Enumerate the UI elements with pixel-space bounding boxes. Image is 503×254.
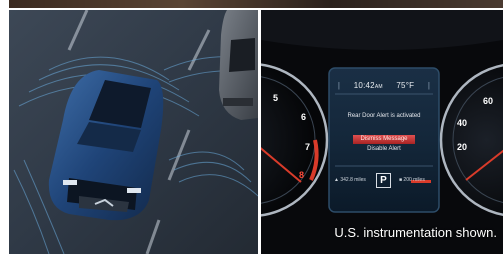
gear-indicator: P [376, 173, 391, 188]
instrumentation-caption: U.S. instrumentation shown. [334, 225, 497, 240]
speed-number-60: 60 [483, 96, 494, 106]
trip-left-value: 342.8 [340, 177, 353, 183]
center-display: | 10:42AM 75°F | Rear Door Alert is acti… [331, 71, 437, 209]
tach-number-6: 6 [301, 112, 307, 122]
trip-right-value: 200 [403, 177, 412, 183]
trip-right-unit: miles [413, 177, 425, 183]
tach-number-7: 7 [305, 142, 311, 152]
temperature-value: 75 [396, 80, 406, 90]
gray-car [219, 10, 258, 120]
trip-right: ■ 200 miles [399, 177, 425, 183]
car-illustration [9, 10, 258, 254]
outside-temperature: 75°F [396, 81, 414, 90]
dismiss-message-button[interactable]: Dismiss Message [353, 135, 415, 144]
image-frame: 5 6 7 8 60 40 20 | 10:42AM 75°F | Rear D… [0, 0, 503, 254]
trip-left-unit: miles [354, 177, 366, 183]
tach-number-8: 8 [299, 170, 305, 180]
display-bottom-info: ▲ 342.8 miles P ■ 200 miles [331, 173, 437, 188]
top-photo-strip [9, 0, 503, 8]
trip-left: ▲ 342.8 miles [334, 177, 366, 183]
clock: 10:42AM [354, 81, 383, 90]
clock-suffix: AM [374, 83, 383, 90]
car-sensor-photo [9, 10, 258, 254]
speed-number-20: 20 [457, 142, 468, 152]
speed-number-40: 40 [457, 118, 468, 128]
temperature-unit: °F [405, 80, 415, 90]
tach-number-5: 5 [273, 93, 279, 103]
disable-alert-button[interactable]: Disable Alert [353, 145, 415, 154]
instrument-cluster-photo: 5 6 7 8 60 40 20 | 10:42AM 75°F | Rear D… [261, 10, 503, 254]
rear-door-alert-message: Rear Door Alert is activated [347, 113, 421, 119]
clock-time: 10:42 [353, 80, 375, 90]
display-status-bar: | 10:42AM 75°F | [337, 80, 431, 90]
